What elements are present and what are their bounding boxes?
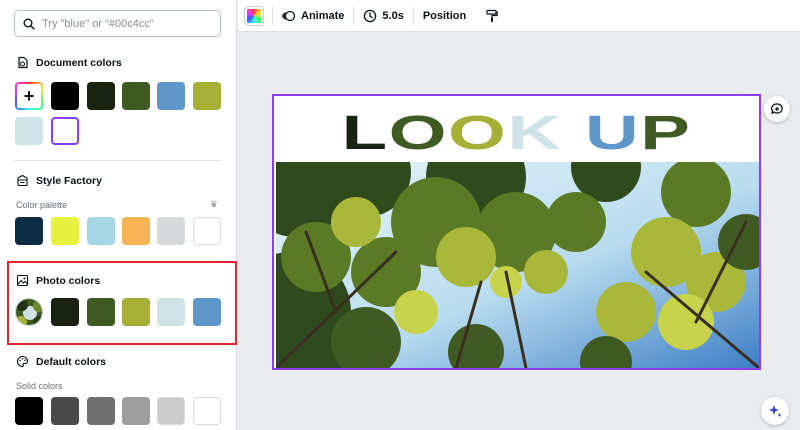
add-color-button[interactable]: + [15,82,43,110]
divider [14,160,221,161]
clock-icon [364,9,377,22]
style-color-swatch[interactable] [51,217,79,245]
default-color-swatch[interactable] [157,397,185,425]
headline-letter: P [640,107,692,160]
search-icon [23,18,35,30]
comment-button[interactable] [764,96,790,122]
headline-text[interactable]: LOOK UP [274,107,759,160]
photo-color-swatch[interactable] [157,298,185,326]
document-color-swatch[interactable] [51,82,79,110]
animate-icon [282,10,296,21]
document-color-swatch[interactable] [87,82,115,110]
animate-label: Animate [301,9,345,22]
style-color-swatch[interactable] [87,217,115,245]
position-label: Position [422,9,467,22]
magic-assist-button[interactable] [761,397,789,425]
style-brush-icon [17,174,28,187]
color-search-input[interactable] [42,17,212,30]
style-color-swatch[interactable] [15,217,43,245]
style-factory-title: Style Factory [36,174,102,187]
selected-color-swatch[interactable] [51,117,79,145]
color-panel: Document colors + Style Factory Color pa… [0,0,237,430]
style-color-swatch[interactable] [157,217,185,245]
default-colors-header: Default colors [16,355,106,368]
toolbar-divider [353,6,355,25]
default-color-swatch[interactable] [87,397,115,425]
paint-roller-icon [486,9,499,22]
forest-photo[interactable] [276,162,759,368]
duration-label: 5.0s [382,9,404,22]
toolbar-divider [272,6,273,25]
image-icon [16,274,29,287]
photo-thumbnail[interactable] [15,298,43,326]
photo-colors-header: Photo colors [16,274,100,287]
style-factory-header: Style Factory [16,174,102,187]
palette-drop-icon [18,56,28,69]
text-color-button[interactable] [245,6,263,25]
style-color-swatch[interactable] [193,217,221,245]
photo-color-swatch[interactable] [193,298,221,326]
toolbar-divider [475,7,476,25]
plus-icon: + [17,84,41,108]
design-page[interactable]: LOOK UP [272,94,761,370]
headline-letter [563,107,585,160]
document-colors-header: Document colors [16,56,122,69]
comment-icon [771,103,783,115]
headline-letter: L [341,107,389,160]
toolbar-divider [412,6,414,25]
document-color-swatch[interactable] [15,117,43,145]
color-search-box[interactable] [14,10,221,37]
sparkle-icon [769,405,782,417]
document-color-swatch[interactable] [122,82,150,110]
animate-button[interactable]: Animate [282,9,344,23]
default-color-swatch[interactable] [15,397,43,425]
document-color-swatch[interactable] [157,82,185,110]
headline-letter: O [448,107,508,160]
default-colors-title: Default colors [36,355,107,368]
photo-color-swatch[interactable] [122,298,150,326]
default-color-swatch[interactable] [122,397,150,425]
position-button[interactable]: Position [423,10,466,22]
style-color-swatch[interactable] [122,217,150,245]
document-color-swatch[interactable] [193,82,221,110]
duration-button[interactable]: 5.0s [363,9,404,23]
default-color-swatch[interactable] [193,397,221,425]
photo-color-swatch[interactable] [51,298,79,326]
headline-letter: K [507,107,563,160]
headline-letter: U [584,107,641,160]
color-palette-label: Color palette [16,200,68,210]
default-color-swatch[interactable] [51,397,79,425]
photo-color-swatch[interactable] [87,298,115,326]
solid-colors-label: Solid colors [16,381,63,391]
photo-colors-title: Photo colors [36,274,101,287]
crown-icon: ♛ [209,199,218,209]
format-painter-button[interactable] [485,9,504,23]
palette-icon [17,355,29,368]
headline-letter: O [388,107,449,160]
top-toolbar: Animate 5.0s Position [238,0,800,32]
document-colors-title: Document colors [36,56,122,69]
